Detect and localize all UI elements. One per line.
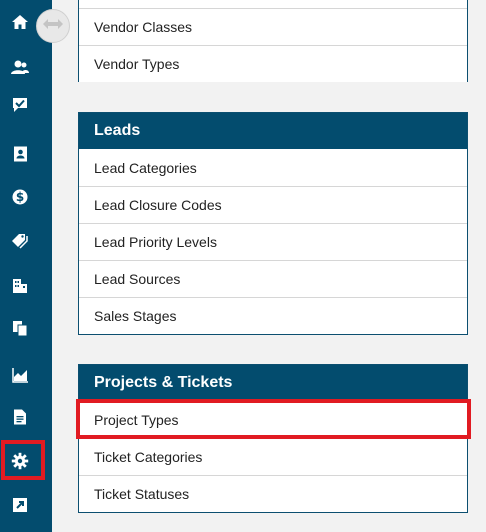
- area-chart-icon[interactable]: [0, 360, 40, 390]
- dollar-circle-icon[interactable]: $: [0, 182, 40, 212]
- list-item-vendor-classes[interactable]: Vendor Classes: [79, 8, 467, 45]
- leads-card-title: Leads: [79, 113, 467, 149]
- list-item-ticket-statuses[interactable]: Ticket Statuses: [79, 475, 467, 512]
- tags-icon[interactable]: [0, 226, 40, 256]
- contacts-icon[interactable]: [0, 52, 40, 82]
- external-link-icon[interactable]: [0, 490, 40, 520]
- project-types-highlight-box: [76, 399, 471, 439]
- double-arrow-icon: [42, 17, 64, 36]
- page: $ Vendor Classes Vendor Types Leads Lead…: [0, 0, 486, 532]
- collapse-toggle-button[interactable]: [36, 9, 70, 43]
- document-icon[interactable]: [0, 402, 40, 432]
- list-item-sales-stages[interactable]: Sales Stages: [79, 297, 467, 334]
- vendors-card: Vendor Classes Vendor Types: [78, 0, 468, 82]
- list-item-lead-priority-levels[interactable]: Lead Priority Levels: [79, 223, 467, 260]
- chat-check-icon[interactable]: [0, 90, 40, 120]
- home-icon[interactable]: [0, 7, 40, 37]
- list-item-vendor-types[interactable]: Vendor Types: [79, 45, 467, 82]
- list-item-lead-categories[interactable]: Lead Categories: [79, 149, 467, 186]
- leads-card: Leads Lead Categories Lead Closure Codes…: [78, 112, 468, 335]
- settings-highlight-box: [1, 440, 45, 480]
- list-item-ticket-categories[interactable]: Ticket Categories: [79, 438, 467, 475]
- copy-pages-icon[interactable]: [0, 313, 40, 343]
- address-book-icon[interactable]: [0, 139, 40, 169]
- list-item-lead-sources[interactable]: Lead Sources: [79, 260, 467, 297]
- svg-text:$: $: [16, 190, 24, 204]
- sidebar: $: [0, 0, 52, 532]
- projects-tickets-card-title: Projects & Tickets: [79, 365, 467, 401]
- buildings-icon[interactable]: [0, 270, 40, 300]
- list-item-lead-closure-codes[interactable]: Lead Closure Codes: [79, 186, 467, 223]
